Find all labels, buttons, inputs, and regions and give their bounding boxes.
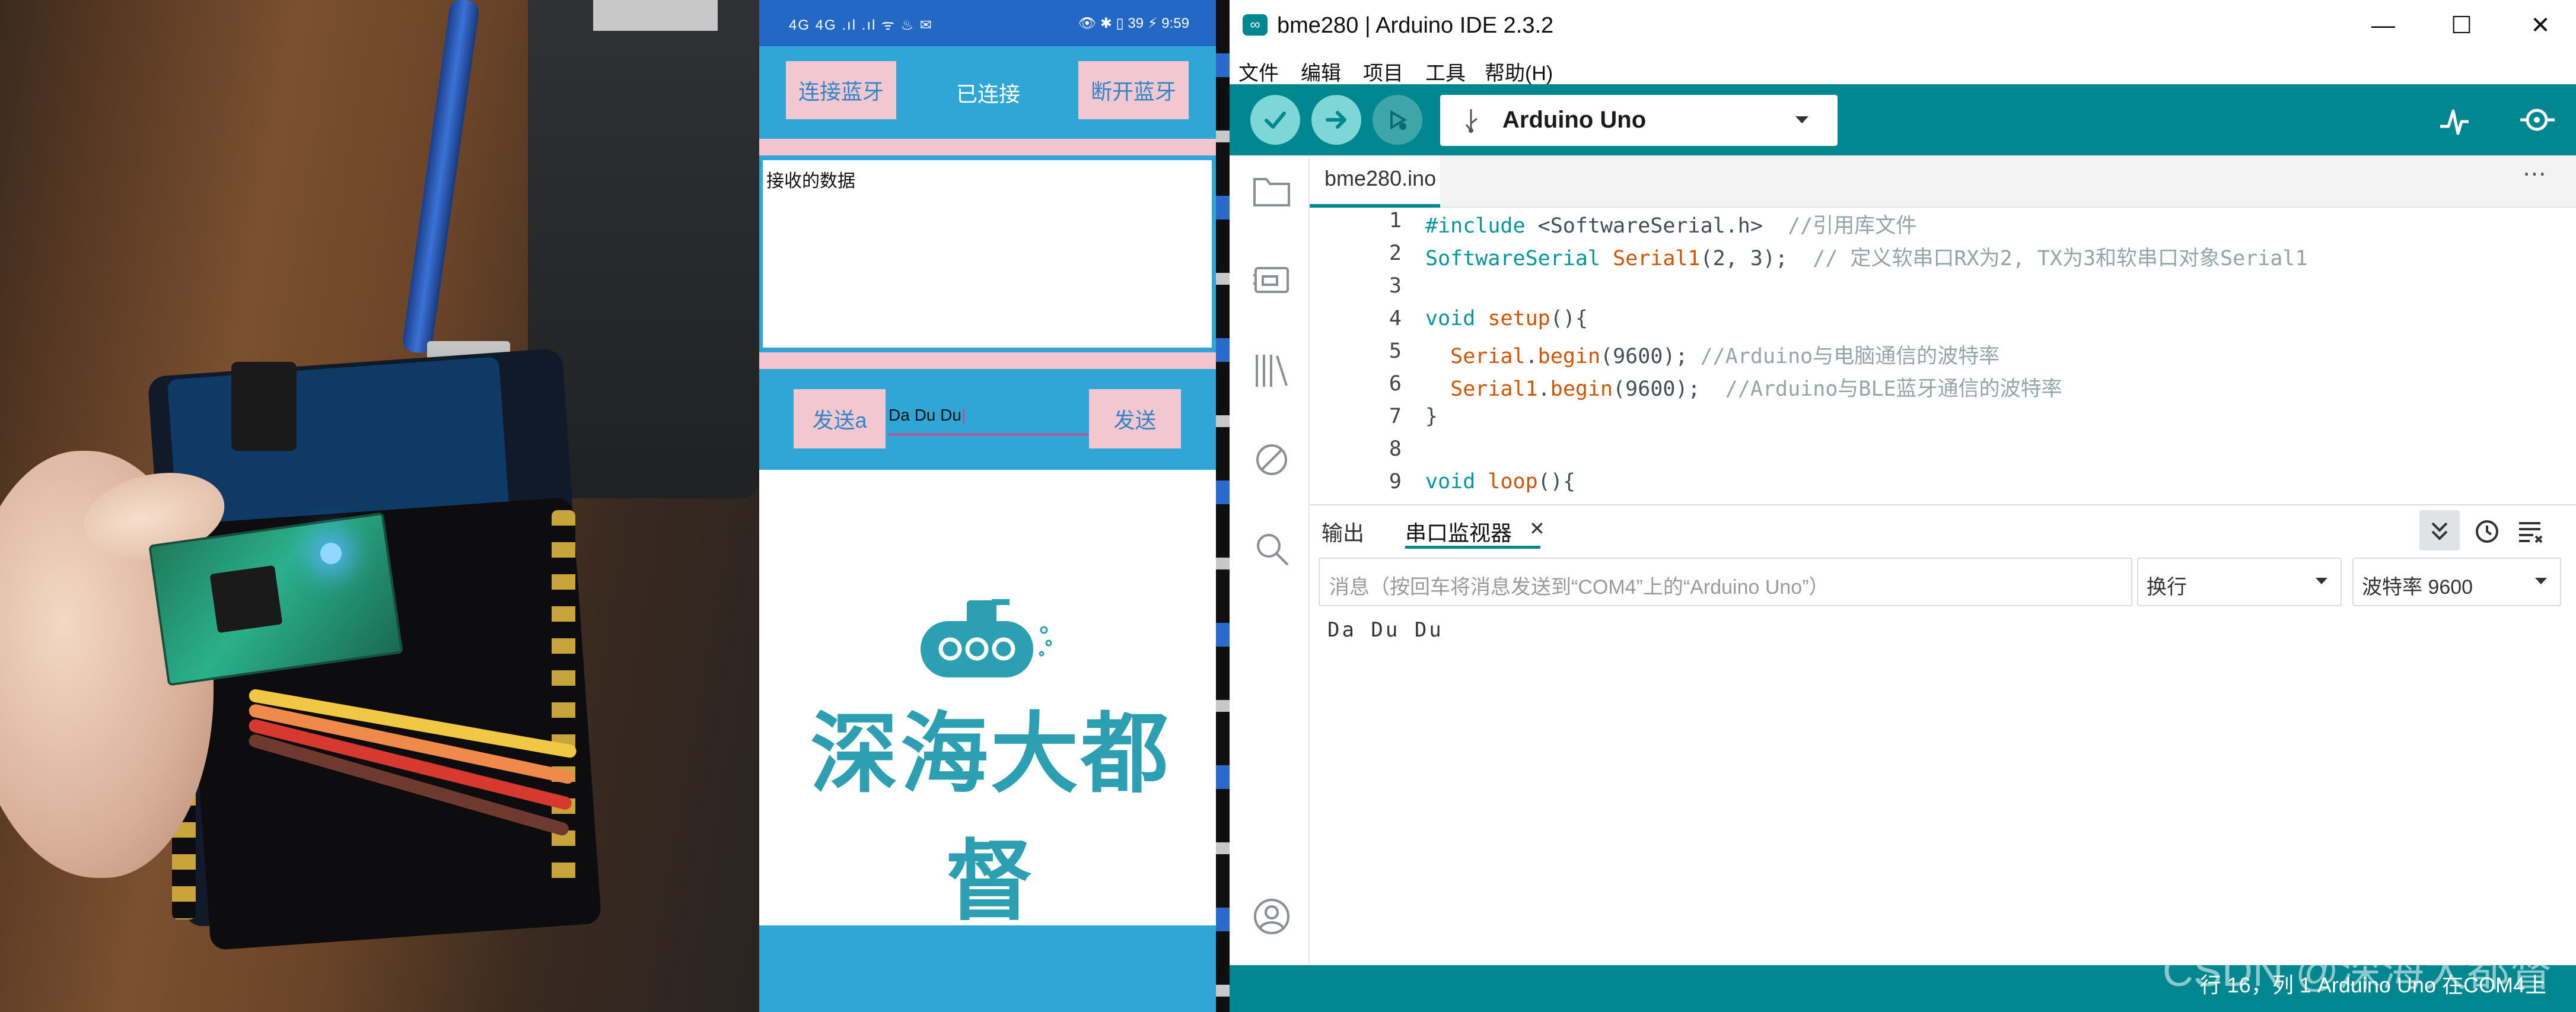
baud-rate-select[interactable]: 波特率 9600 (2352, 558, 2561, 606)
code-line: void setup(){ (1425, 307, 1588, 330)
received-data-box[interactable]: 接收的数据 (760, 158, 1214, 350)
watermark: CSDN @深海大都督 (2162, 948, 2552, 995)
editor-tab-bar (1310, 155, 2576, 208)
menu-edit[interactable]: 编辑 (1301, 57, 1341, 86)
line-number: 5 (1389, 339, 1402, 363)
search-icon[interactable] (1252, 529, 1291, 568)
board-name: Arduino Uno (1502, 107, 1647, 133)
connection-status: 已连接 (956, 82, 1021, 106)
divider (759, 352, 1216, 369)
send-a-button[interactable]: 发送a (794, 389, 886, 448)
send-text-value: Da Du Du (889, 406, 961, 424)
line-ending-value: 换行 (2147, 576, 2187, 599)
toolbar (1230, 84, 2576, 155)
app-logo-text: 深海大都督 (810, 703, 1171, 933)
maximize-button[interactable]: ☐ (2435, 11, 2488, 40)
more-tabs-icon[interactable]: ⋯ (2523, 160, 2546, 187)
active-panel-indicator (1405, 546, 1540, 549)
clock-icon[interactable] (2474, 518, 2500, 545)
hardware-photo (0, 0, 759, 1012)
send-button[interactable]: 发送 (1089, 389, 1181, 448)
arduino-ide-window: ∞ bme280 | Arduino IDE 2.3.2 — ☐ ✕ 文件 编辑… (1230, 0, 2576, 1012)
debug-icon (1390, 110, 1407, 130)
usb-icon (1465, 109, 1478, 133)
folder-icon[interactable] (1252, 173, 1291, 209)
board-selector[interactable]: Arduino Uno (1440, 95, 1838, 146)
disconnect-bluetooth-button[interactable]: 断开蓝牙 (1078, 61, 1189, 119)
submarine-icon (921, 599, 1052, 677)
arduino-logo-icon: ∞ (1243, 14, 1268, 36)
board-manager-icon[interactable] (1252, 262, 1291, 298)
library-icon[interactable] (1252, 351, 1291, 390)
usb-cable-image (401, 0, 480, 355)
autoscroll-toggle[interactable] (2419, 510, 2460, 550)
serial-output: Da Du Du (1327, 618, 1444, 642)
upload-button[interactable] (1311, 95, 1361, 145)
code-line: void loop(){ (1425, 470, 1575, 494)
code-line: #include <SoftwareSerial.h> //引用库文件 (1425, 214, 1917, 238)
debug-button[interactable] (1373, 95, 1422, 145)
battery-clock: 👁 ✱ ▯ 39 ⚡ 9:59 (1078, 15, 1189, 31)
chevron-double-down-icon (2431, 522, 2448, 540)
magnifier-icon[interactable] (2517, 102, 2558, 141)
tab-output[interactable]: 输出 (1322, 516, 1364, 547)
menu-sketch[interactable]: 项目 (1363, 57, 1403, 86)
code-line: } (1425, 405, 1438, 428)
laptop-sticker (593, 0, 718, 31)
debug-disabled-icon[interactable] (1252, 440, 1291, 479)
android-app: 4G 4G .ıl .ıl ᯤ ♨ ✉ 👁 ✱ ▯ 39 ⚡ 9:59 连接蓝牙… (759, 0, 1216, 1012)
serial-message-input[interactable]: 消息（按回车将消息发送到“COM4”上的“Arduino Uno”） (1319, 558, 2132, 606)
line-number: 2 (1389, 241, 1402, 265)
send-text-input[interactable]: Da Du Du| (889, 401, 1090, 435)
line-number: 7 (1389, 405, 1402, 428)
chevron-down-icon (2316, 578, 2327, 584)
code-line: Serial1.begin(9600); //Arduino与BLE蓝牙通信的波… (1450, 377, 2062, 401)
code-line: SoftwareSerial Serial1(2, 3); // 定义软串口RX… (1425, 247, 2308, 270)
account-icon[interactable] (1252, 897, 1291, 936)
line-number: 8 (1389, 437, 1402, 461)
code-editor[interactable]: 1 #include <SoftwareSerial.h> //引用库文件 2 … (1310, 208, 2576, 504)
minimize-button[interactable]: — (2357, 11, 2410, 40)
module-chip-image (209, 565, 283, 634)
menu-tools[interactable]: 工具 (1425, 57, 1466, 86)
menu-help[interactable]: 帮助(H) (1485, 57, 1553, 86)
close-serial-monitor-icon[interactable]: ✕ (1529, 517, 1545, 540)
tab-bme280[interactable]: bme280.ino (1310, 155, 1440, 209)
menu-file[interactable]: 文件 (1238, 57, 1279, 86)
clear-output-icon[interactable] (2515, 518, 2544, 545)
line-ending-select[interactable]: 换行 (2137, 558, 2342, 606)
side-bar (1230, 155, 1310, 965)
line-number: 9 (1389, 470, 1402, 494)
received-data-label: 接收的数据 (766, 171, 855, 191)
line-number: 3 (1389, 274, 1402, 298)
chevron-down-icon (1795, 116, 1808, 123)
arrow-right-icon (1326, 111, 1346, 129)
tab-serial-monitor[interactable]: 串口监视器 (1405, 516, 1512, 547)
line-number: 1 (1389, 209, 1402, 233)
signal-indicators: 4G 4G .ıl .ıl ᯤ ♨ ✉ (789, 17, 933, 33)
code-line: Serial.begin(9600); //Arduino与电脑通信的波特率 (1450, 345, 2000, 368)
baud-rate-value: 波特率 9600 (2362, 576, 2473, 599)
divider (759, 139, 1216, 155)
pulse-icon[interactable] (2437, 104, 2472, 139)
power-jack-image (231, 362, 297, 451)
window-title: bme280 | Arduino IDE 2.3.2 (1277, 13, 1554, 38)
connect-bluetooth-button[interactable]: 连接蓝牙 (786, 61, 896, 119)
phone-status-bar: 4G 4G .ıl .ıl ᯤ ♨ ✉ 👁 ✱ ▯ 39 ⚡ 9:59 (759, 0, 1216, 46)
line-number: 6 (1389, 372, 1402, 396)
line-number: 4 (1389, 307, 1402, 330)
module-led-glow (320, 543, 342, 564)
desktop-background-strip (1216, 0, 1230, 1012)
verify-button[interactable] (1250, 95, 1300, 145)
check-icon (1265, 112, 1286, 129)
close-window-button[interactable]: ✕ (2514, 11, 2567, 40)
chevron-down-icon (2535, 578, 2547, 584)
